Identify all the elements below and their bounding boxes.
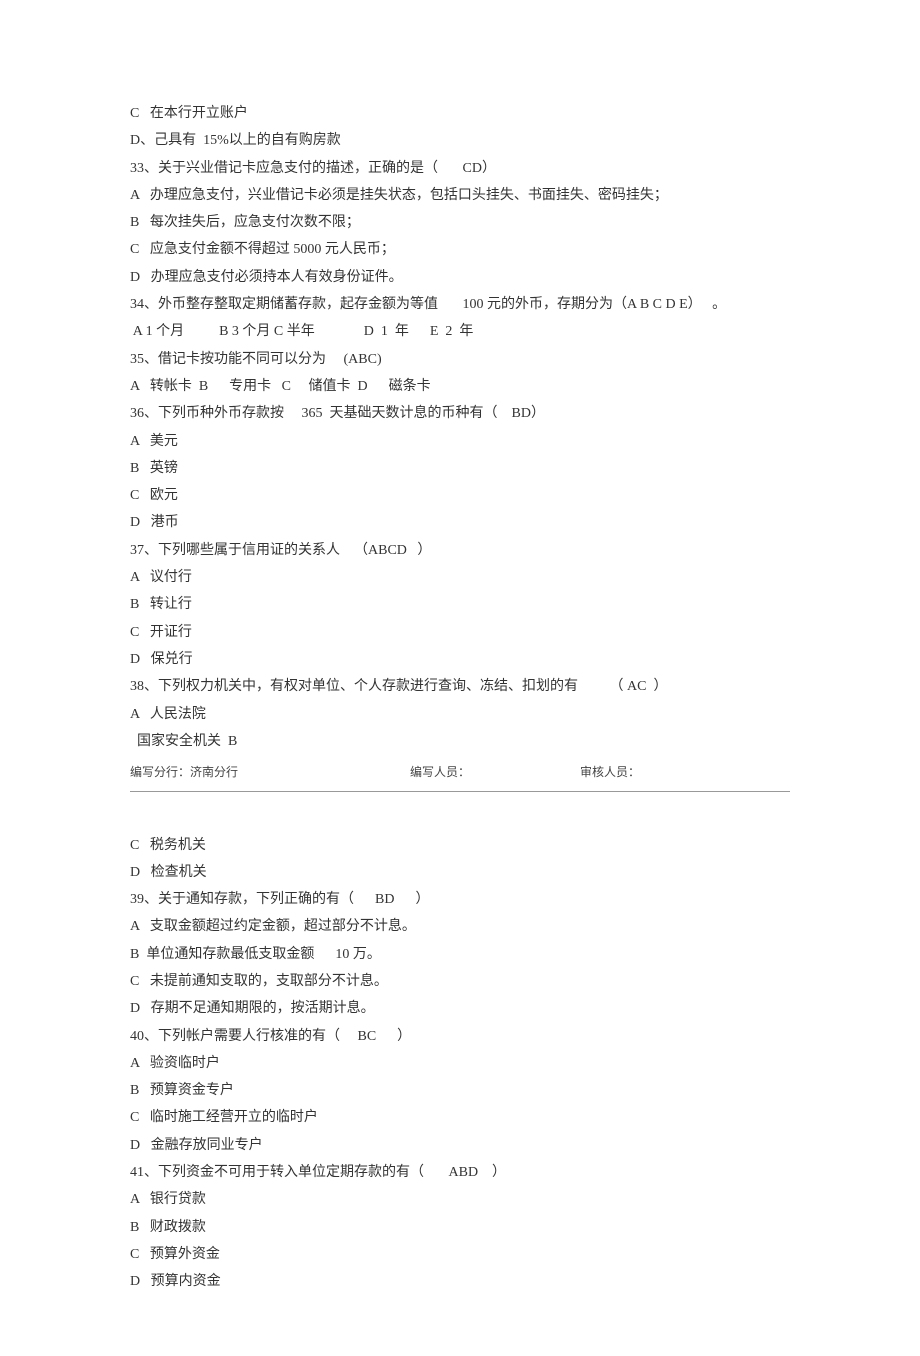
divider	[130, 791, 790, 792]
q39-option-c: C 未提前通知支取的，支取部分不计息。	[130, 968, 790, 995]
q38-option-d: D 检查机关	[130, 859, 790, 886]
page-footer: 编写分行：济南分行 编写人员： 审核人员：	[130, 761, 790, 784]
q40-option-d: D 金融存放同业专户	[130, 1132, 790, 1159]
footer-reviewer: 审核人员：	[580, 761, 640, 784]
q36-option-a: A 美元	[130, 428, 790, 455]
q34-options: A 1 个月 B 3 个月 C 半年 D 1 年 E 2 年	[130, 318, 790, 345]
q33-option-d: D 办理应急支付必须持本人有效身份证件。	[130, 264, 790, 291]
q39-option-a: A 支取金额超过约定金额，超过部分不计息。	[130, 913, 790, 940]
document-page: C 在本行开立账户 D、己具有 15%以上的自有购房款 33、关于兴业借记卡应急…	[0, 0, 920, 1356]
footer-writer: 编写人员：	[410, 761, 580, 784]
question-33: 33、关于兴业借记卡应急支付的描述，正确的是（ CD）	[130, 155, 790, 182]
q33-option-b: B 每次挂失后，应急支付次数不限；	[130, 209, 790, 236]
q38-option-a: A 人民法院	[130, 701, 790, 728]
q35-options: A 转帐卡 B 专用卡 C 储值卡 D 磁条卡	[130, 373, 790, 400]
option-d: D、己具有 15%以上的自有购房款	[130, 127, 790, 154]
question-38: 38、下列权力机关中，有权对单位、个人存款进行查询、冻结、扣划的有 （ AC ）	[130, 673, 790, 700]
q38-option-c: C 税务机关	[130, 832, 790, 859]
footer-branch: 编写分行：济南分行	[130, 761, 410, 784]
q38-option-b: 国家安全机关 B	[130, 728, 790, 755]
q41-option-c: C 预算外资金	[130, 1241, 790, 1268]
footer-branch-value: 济南分行	[190, 765, 238, 779]
question-40: 40、下列帐户需要人行核准的有（ BC ）	[130, 1023, 790, 1050]
q40-option-c: C 临时施工经营开立的临时户	[130, 1104, 790, 1131]
footer-branch-label: 编写分行：	[130, 765, 190, 779]
q33-option-c: C 应急支付金额不得超过 5000 元人民币；	[130, 236, 790, 263]
q40-option-a: A 验资临时户	[130, 1050, 790, 1077]
q33-option-a: A 办理应急支付，兴业借记卡必须是挂失状态，包括口头挂失、书面挂失、密码挂失；	[130, 182, 790, 209]
q41-option-b: B 财政拨款	[130, 1214, 790, 1241]
q40-option-b: B 预算资金专户	[130, 1077, 790, 1104]
q41-option-a: A 银行贷款	[130, 1186, 790, 1213]
q36-option-b: B 英镑	[130, 455, 790, 482]
q37-option-b: B 转让行	[130, 591, 790, 618]
q41-option-d: D 预算内资金	[130, 1268, 790, 1295]
question-37: 37、下列哪些属于信用证的关系人 （ABCD ）	[130, 537, 790, 564]
q37-option-c: C 开证行	[130, 619, 790, 646]
q39-option-d: D 存期不足通知期限的，按活期计息。	[130, 995, 790, 1022]
q36-option-d: D 港币	[130, 509, 790, 536]
question-39: 39、关于通知存款，下列正确的有（ BD ）	[130, 886, 790, 913]
q36-option-c: C 欧元	[130, 482, 790, 509]
q37-option-a: A 议付行	[130, 564, 790, 591]
question-36: 36、下列币种外币存款按 365 天基础天数计息的币种有（ BD）	[130, 400, 790, 427]
option-c: C 在本行开立账户	[130, 100, 790, 127]
q39-option-b: B 单位通知存款最低支取金额 10 万。	[130, 941, 790, 968]
question-35: 35、借记卡按功能不同可以分为 (ABC)	[130, 346, 790, 373]
q37-option-d: D 保兑行	[130, 646, 790, 673]
question-41: 41、下列资金不可用于转入单位定期存款的有（ ABD ）	[130, 1159, 790, 1186]
question-34: 34、外币整存整取定期储蓄存款，起存金额为等值 100 元的外币，存期分为（A …	[130, 291, 790, 318]
